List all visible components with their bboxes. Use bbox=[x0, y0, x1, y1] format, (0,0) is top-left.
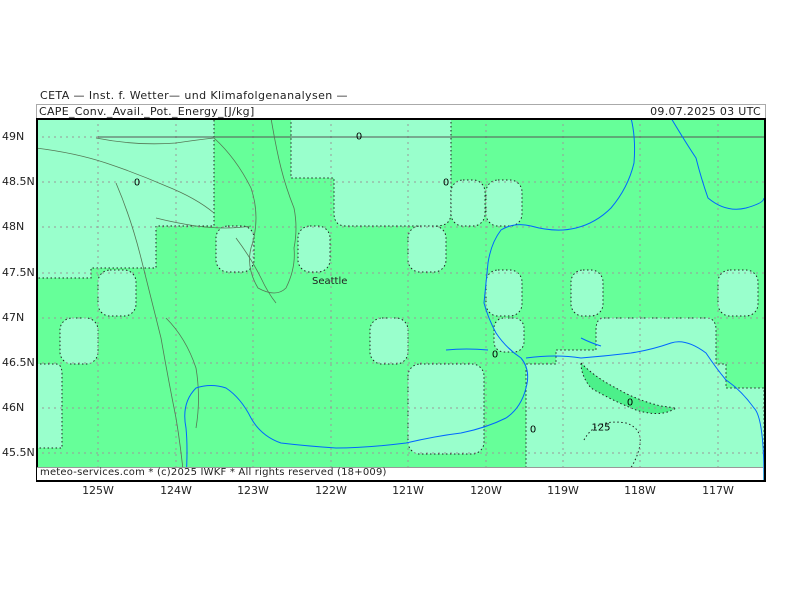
city-label-seattle: Seattle bbox=[312, 276, 348, 287]
lon-label: 117W bbox=[702, 484, 734, 497]
contour-label: 0 bbox=[355, 131, 363, 143]
credit-text: meteo-services.com * (c)2025 IWKF * All … bbox=[40, 467, 387, 478]
credit-bar: meteo-services.com * (c)2025 IWKF * All … bbox=[37, 467, 763, 480]
lon-label: 125W bbox=[82, 484, 114, 497]
lat-label: 45.5N bbox=[2, 446, 35, 459]
datetime-label: 09.07.2025 03 UTC bbox=[650, 105, 761, 118]
lat-label: 49N bbox=[2, 130, 25, 143]
lat-label: 48N bbox=[2, 220, 25, 233]
lon-label: 120W bbox=[470, 484, 502, 497]
parameter-label: CAPE_Conv._Avail._Pot._Energy_[J/kg] bbox=[39, 105, 255, 118]
contour-label: 0 bbox=[133, 177, 141, 189]
lon-label: 118W bbox=[624, 484, 656, 497]
cape-map bbox=[36, 118, 764, 480]
contour-label: 0 bbox=[529, 424, 537, 436]
lon-label: 124W bbox=[160, 484, 192, 497]
lat-label: 46.5N bbox=[2, 356, 35, 369]
institute-title: CETA — Inst. f. Wetter— und Klimafolgena… bbox=[40, 89, 348, 102]
title-bar: CAPE_Conv._Avail._Pot._Energy_[J/kg] 09.… bbox=[36, 104, 766, 119]
contour-label: 0 bbox=[442, 177, 450, 189]
lat-label: 47.5N bbox=[2, 266, 35, 279]
lon-label: 123W bbox=[237, 484, 269, 497]
contour-label: 125 bbox=[591, 422, 611, 434]
lon-label: 122W bbox=[315, 484, 347, 497]
lat-label: 46N bbox=[2, 401, 25, 414]
lon-label: 121W bbox=[392, 484, 424, 497]
lat-label: 48.5N bbox=[2, 175, 35, 188]
contour-label: 0 bbox=[626, 397, 634, 409]
map-panel bbox=[36, 118, 764, 480]
lon-label: 119W bbox=[547, 484, 579, 497]
lat-label: 47N bbox=[2, 311, 25, 324]
contour-label: 0 bbox=[491, 349, 499, 361]
